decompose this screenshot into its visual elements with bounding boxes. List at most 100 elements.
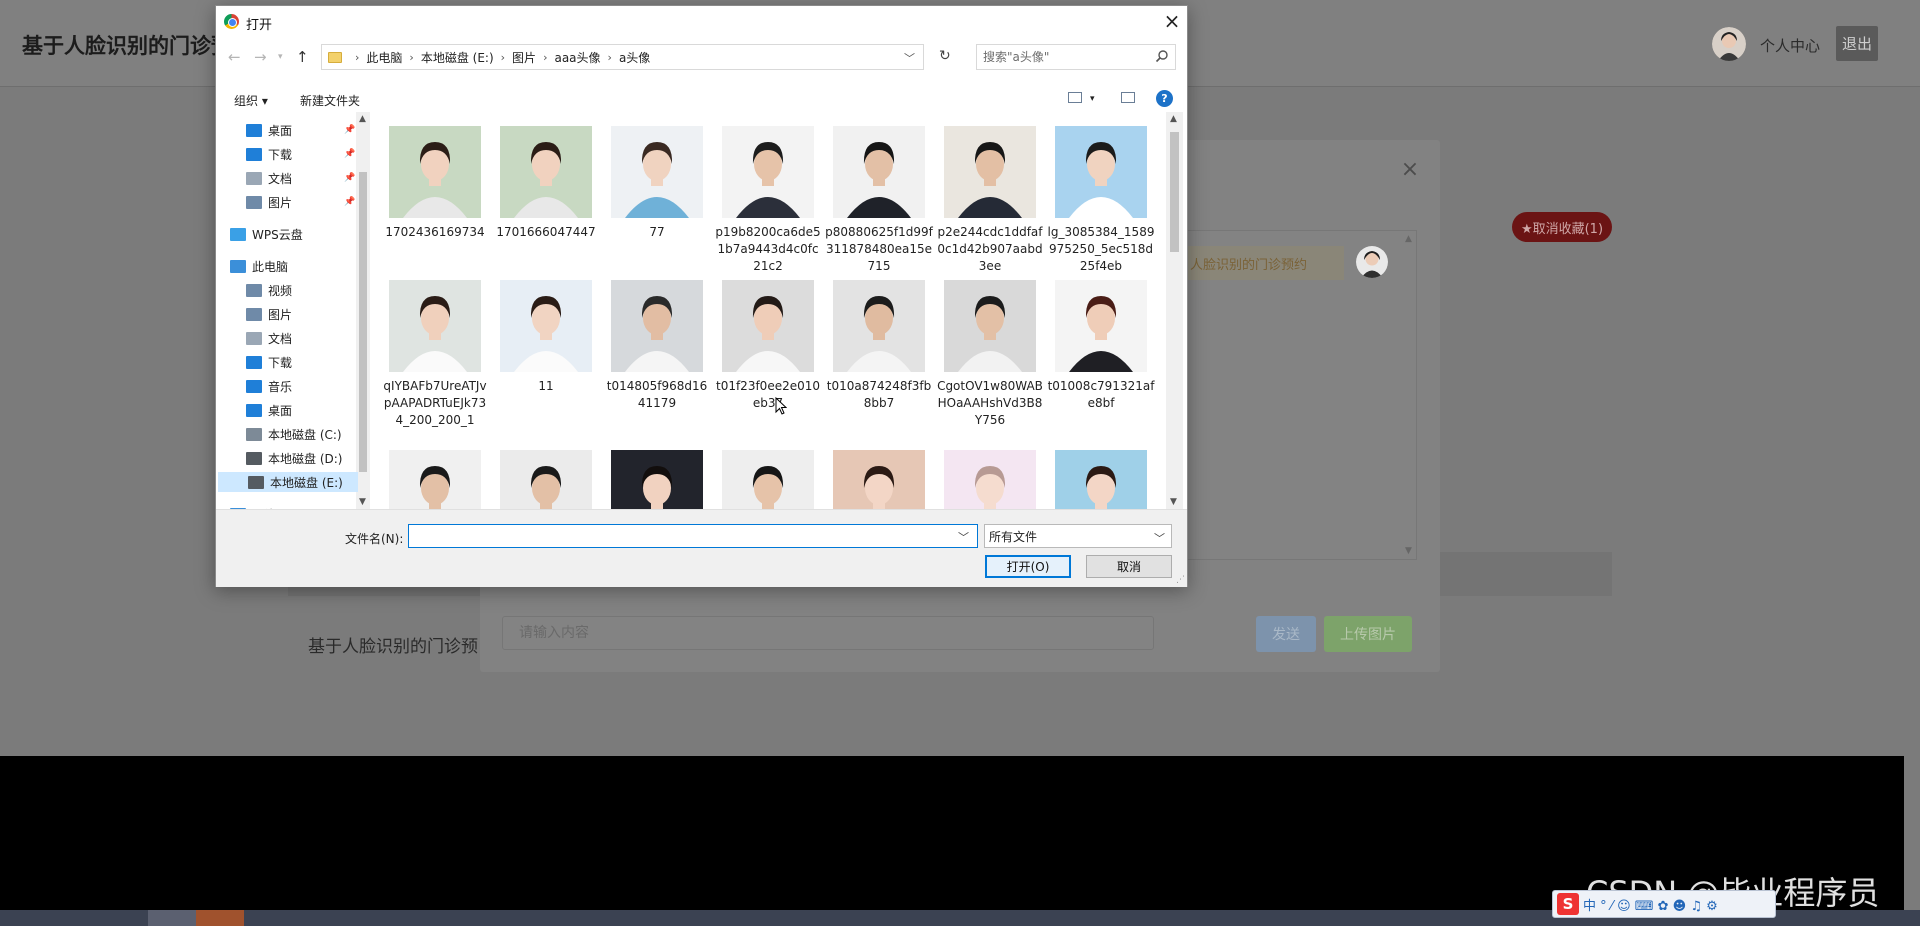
filename-dropdown-icon[interactable]: ﹀ [958,529,969,545]
nav-item-5[interactable]: 此电脑 [230,256,288,276]
breadcrumb-1[interactable]: 本地磁盘 (E:) [421,49,494,66]
navigation-pane: ▲ ▼ 桌面 📌 下载 📌 文档 📌 图片 📌 WPS云盘 此电脑 视频 图片 文档 下载 音乐 桌面 本地磁盘 … [216,112,371,509]
nav-item-0[interactable]: 桌面 [246,120,292,140]
folder-icon [328,51,342,63]
photo-thumbnail [722,126,814,218]
file-name: t01008c791321afe8bf [1047,379,1155,410]
file-name: 77 [649,225,665,239]
file-name: qIYBAFb7UreATJvpAAPADRTuEJk734_200_200_1 [383,379,487,427]
filename-input[interactable] [408,524,978,548]
chat-avatar [1356,246,1388,278]
unfavorite-button[interactable]: ★取消收藏(1) [1512,212,1612,242]
nav-item-icon [246,123,262,137]
nav-item-icon [246,307,262,321]
message-input[interactable] [502,616,1154,650]
send-button[interactable]: 发送 [1256,616,1316,652]
pin-icon[interactable]: 📌 [344,173,355,183]
pin-icon[interactable]: 📌 [344,197,355,207]
nav-item-label: WPS云盘 [252,227,303,242]
resize-grip-icon[interactable]: ⋰ [1176,575,1185,585]
nav-item-7[interactable]: 图片 [246,304,292,324]
nav-item-label: 视频 [268,283,293,298]
chat-close-icon[interactable]: × [1400,159,1420,181]
up-arrow-icon[interactable]: ↑ [296,48,309,66]
refresh-icon[interactable]: ↻ [939,48,951,64]
nav-item-icon [246,379,262,393]
photo-thumbnail [500,450,592,509]
nav-item-14[interactable]: 本地磁盘 (E:) [218,472,358,492]
breadcrumb-2[interactable]: 图片 [512,49,536,66]
nav-item-icon [246,195,262,209]
sogou-logo-icon: S [1557,893,1579,915]
file-name: 1702436169734 [385,225,485,239]
breadcrumb-0[interactable]: 此电脑 [366,49,402,66]
breadcrumb-3[interactable]: aaa头像 [554,49,600,66]
nav-item-label: 图片 [268,195,293,210]
photo-thumbnail [833,280,925,372]
nav-item-3[interactable]: 图片 [246,192,292,212]
nav-item-icon [246,147,262,161]
nav-item-8[interactable]: 文档 [246,328,292,348]
cancel-button[interactable]: 取消 [1086,555,1172,578]
organize-menu[interactable]: 组织 ▾ [234,92,268,109]
dialog-close-icon[interactable]: × [1161,10,1183,32]
help-icon[interactable]: ? [1156,90,1173,107]
logout-button[interactable]: 退出 [1836,26,1878,61]
photo-thumbnail [500,280,592,372]
photo-thumbnail [944,126,1036,218]
hospital-name-text: 基于人脸识别的门诊预 [308,637,478,657]
search-box[interactable] [976,44,1176,70]
view-options-icon[interactable] [1068,92,1082,103]
search-icon[interactable] [1155,49,1169,63]
nav-item-6[interactable]: 视频 [246,280,292,300]
filetype-select[interactable]: 所有文件 ﹀ [984,524,1172,548]
address-dropdown-icon[interactable]: ﹀ [904,50,915,66]
nav-item-13[interactable]: 本地磁盘 (D:) [246,448,342,468]
file-name: 11 [538,379,554,393]
nav-item-12[interactable]: 本地磁盘 (C:) [246,424,342,444]
nav-item-icon [248,475,264,489]
search-input[interactable] [983,49,1143,65]
user-avatar[interactable] [1712,27,1746,61]
open-button[interactable]: 打开(O) [985,555,1071,578]
back-arrow-icon[interactable]: ← [228,48,241,66]
nav-item-4[interactable]: WPS云盘 [230,224,303,244]
file-name: 1701666047447 [496,225,596,239]
nav-item-label: 下载 [268,355,293,370]
nav-item-2[interactable]: 文档 [246,168,292,188]
nav-item-11[interactable]: 桌面 [246,400,292,420]
nav-item-10[interactable]: 音乐 [246,376,292,396]
photo-thumbnail [389,280,481,372]
photo-thumbnail [833,450,925,509]
nav-item-icon [246,331,262,345]
file-open-dialog: 打开 × ← → ▾ ↑ › 此电脑 › 本地磁盘 (E:) › 图片 › aa… [215,5,1188,587]
ime-items[interactable]: 中 ° ⁄ ☺ ⌨ ✿ ☻ ♫ ⚙ [1583,895,1718,914]
dialog-titlebar[interactable]: 打开 × [216,6,1187,36]
forward-arrow-icon[interactable]: → [254,48,267,66]
pin-icon[interactable]: 📌 [344,149,355,159]
preview-pane-icon[interactable] [1121,92,1135,103]
user-center-link[interactable]: 个人中心 [1760,35,1820,56]
nav-item-icon [246,355,262,369]
ime-toolbar[interactable]: S 中 ° ⁄ ☺ ⌨ ✿ ☻ ♫ ⚙ [1552,890,1776,918]
upload-image-button[interactable]: 上传图片 [1324,616,1412,652]
recent-dropdown-icon[interactable]: ▾ [278,52,283,62]
breadcrumb-4[interactable]: a头像 [619,49,650,66]
nav-item-label: 音乐 [268,379,293,394]
file-name: t010a874248f3fb8bb7 [826,379,932,410]
photo-thumbnail [500,126,592,218]
dialog-toolbar: 组织 ▾ 新建文件夹 ▾ ? [216,84,1187,112]
address-bar[interactable]: › 此电脑 › 本地磁盘 (E:) › 图片 › aaa头像 › a头像 [321,44,924,70]
nav-item-9[interactable]: 下载 [246,352,292,372]
photo-thumbnail [1055,280,1147,372]
nav-item-1[interactable]: 下载 [246,144,292,164]
nav-item-label: 本地磁盘 (E:) [270,475,343,490]
nav-scrollbar[interactable]: ▲ ▼ [356,112,370,509]
new-folder-button[interactable]: 新建文件夹 [300,92,360,109]
chat-scrollbar[interactable]: ▲ ▼ [1402,232,1416,558]
pin-icon[interactable]: 📌 [344,125,355,135]
file-name: t014805f968d1641179 [606,379,708,410]
files-scrollbar[interactable]: ▲ ▼ [1166,112,1183,509]
view-dropdown-icon[interactable]: ▾ [1090,94,1095,104]
photo-thumbnail [389,126,481,218]
